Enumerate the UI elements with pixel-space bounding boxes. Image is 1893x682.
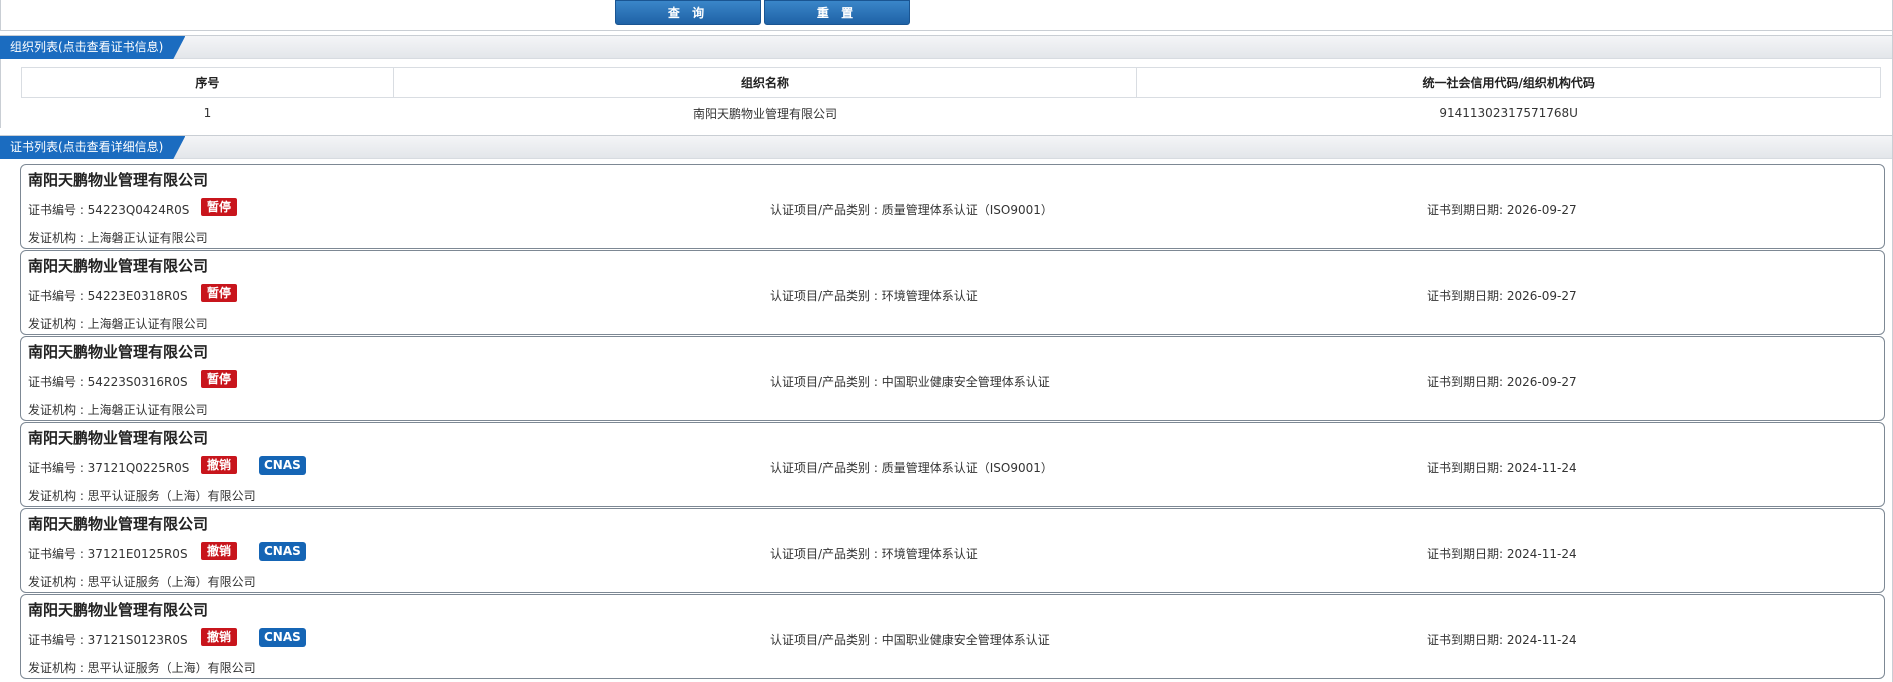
cert-number: 证书编号 : 37121S0123R0S	[28, 633, 188, 647]
cert-card[interactable]: 南阳天鹏物业管理有限公司 证书编号 : 37121E0125R0S 撤销 CNA…	[20, 508, 1885, 593]
cert-card[interactable]: 南阳天鹏物业管理有限公司 证书编号 : 54223Q0424R0S 暂停 认证项…	[20, 164, 1885, 249]
cnas-badge: CNAS	[259, 456, 306, 475]
cert-company-name: 南阳天鹏物业管理有限公司	[28, 343, 209, 361]
cert-company-name: 南阳天鹏物业管理有限公司	[28, 601, 209, 619]
cert-category: 认证项目/产品类别 : 质量管理体系认证（ISO9001）	[770, 461, 1053, 475]
cert-card[interactable]: 南阳天鹏物业管理有限公司 证书编号 : 37121Q0225R0S 撤销 CNA…	[20, 422, 1885, 507]
cert-company-name: 南阳天鹏物业管理有限公司	[28, 257, 209, 275]
column-header-org-name: 组织名称	[392, 67, 1138, 98]
cert-company-name: 南阳天鹏物业管理有限公司	[28, 515, 209, 533]
cert-expiry-date: 证书到期日期: 2026-09-27	[1427, 375, 1577, 389]
cert-expiry-date: 证书到期日期: 2026-09-27	[1427, 289, 1577, 303]
status-badge: 暂停	[201, 284, 238, 302]
org-credit-code-cell: 91411302317571768U	[1439, 106, 1578, 121]
org-section-title: 组织列表(点击查看证书信息)	[0, 36, 185, 59]
cert-issuer: 发证机构 : 思平认证服务（上海）有限公司	[28, 575, 256, 589]
column-header-index: 序号	[21, 67, 394, 98]
cert-expiry-date: 证书到期日期: 2026-09-27	[1427, 203, 1577, 217]
status-badge: 暂停	[201, 370, 238, 388]
cert-category: 认证项目/产品类别 : 环境管理体系认证	[770, 289, 978, 303]
column-header-credit-code: 统一社会信用代码/组织机构代码	[1136, 67, 1881, 98]
cert-number: 证书编号 : 54223E0318R0S	[28, 289, 188, 303]
search-panel: 查 询 重 置	[0, 0, 1893, 31]
org-name-cell: 南阳天鹏物业管理有限公司	[693, 106, 838, 121]
cert-category: 认证项目/产品类别 : 中国职业健康安全管理体系认证	[770, 375, 1050, 389]
cert-issuer: 发证机构 : 思平认证服务（上海）有限公司	[28, 489, 256, 503]
cert-card[interactable]: 南阳天鹏物业管理有限公司 证书编号 : 54223S0316R0S 暂停 认证项…	[20, 336, 1885, 421]
org-index-cell: 1	[203, 106, 212, 121]
status-badge: 暂停	[201, 198, 238, 216]
cert-category: 认证项目/产品类别 : 环境管理体系认证	[770, 547, 978, 561]
cert-number: 证书编号 : 37121E0125R0S	[28, 547, 188, 561]
cnas-badge: CNAS	[259, 628, 306, 647]
query-button[interactable]: 查 询	[615, 0, 761, 25]
cert-number: 证书编号 : 37121Q0225R0S	[28, 461, 190, 475]
cnas-badge: CNAS	[259, 542, 306, 561]
cert-section-header: 证书列表(点击查看详细信息)	[0, 135, 1893, 159]
cert-issuer: 发证机构 : 上海磐正认证有限公司	[28, 317, 208, 331]
status-badge: 撤销	[201, 456, 238, 474]
cert-category: 认证项目/产品类别 : 中国职业健康安全管理体系认证	[770, 633, 1050, 647]
cert-card[interactable]: 南阳天鹏物业管理有限公司 证书编号 : 54223E0318R0S 暂停 认证项…	[20, 250, 1885, 335]
cert-expiry-date: 证书到期日期: 2024-11-24	[1427, 633, 1577, 647]
cert-issuer: 发证机构 : 上海磐正认证有限公司	[28, 403, 208, 417]
org-table-panel: 序号 组织名称 统一社会信用代码/组织机构代码 1 南阳天鹏物业管理有限公司 9…	[0, 59, 1893, 128]
cert-number: 证书编号 : 54223S0316R0S	[28, 375, 188, 389]
status-badge: 撤销	[201, 628, 238, 646]
cert-company-name: 南阳天鹏物业管理有限公司	[28, 429, 209, 447]
cert-number: 证书编号 : 54223Q0424R0S	[28, 203, 190, 217]
reset-button[interactable]: 重 置	[764, 0, 910, 25]
status-badge: 撤销	[201, 542, 238, 560]
cert-expiry-date: 证书到期日期: 2024-11-24	[1427, 461, 1577, 475]
org-table: 序号 组织名称 统一社会信用代码/组织机构代码 1 南阳天鹏物业管理有限公司 9…	[21, 67, 1881, 129]
cert-issuer: 发证机构 : 思平认证服务（上海）有限公司	[28, 661, 256, 675]
cert-category: 认证项目/产品类别 : 质量管理体系认证（ISO9001）	[770, 203, 1053, 217]
table-row[interactable]: 1 南阳天鹏物业管理有限公司 91411302317571768U	[22, 98, 1881, 129]
cert-card[interactable]: 南阳天鹏物业管理有限公司 证书编号 : 37121S0123R0S 撤销 CNA…	[20, 594, 1885, 679]
cert-section-title: 证书列表(点击查看详细信息)	[0, 136, 185, 159]
cert-expiry-date: 证书到期日期: 2024-11-24	[1427, 547, 1577, 561]
cert-company-name: 南阳天鹏物业管理有限公司	[28, 171, 209, 189]
search-panel-frame	[0, 0, 1893, 31]
cert-issuer: 发证机构 : 上海磐正认证有限公司	[28, 231, 208, 245]
org-section-header: 组织列表(点击查看证书信息)	[0, 35, 1893, 59]
